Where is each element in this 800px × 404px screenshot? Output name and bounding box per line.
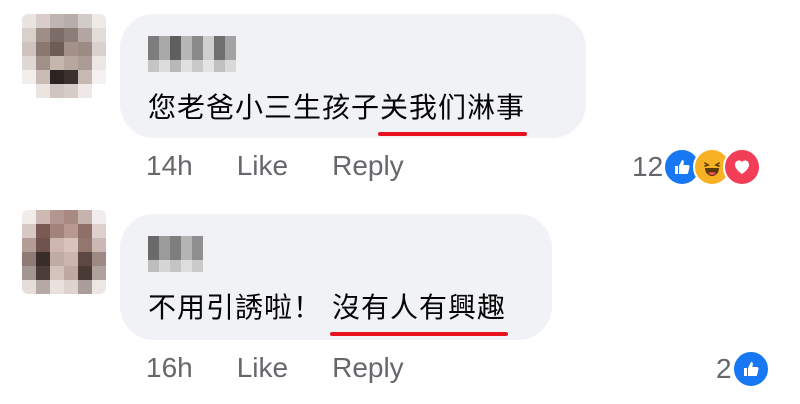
commenter-name-shadow xyxy=(148,260,203,272)
reply-button[interactable]: Reply xyxy=(332,150,404,182)
comment-text: 您老爸小三生孩子关我们淋事 xyxy=(148,86,528,136)
reply-button[interactable]: Reply xyxy=(332,352,404,384)
comment-text: 不用引誘啦！ 沒有人有興趣 xyxy=(148,286,509,336)
reaction-summary[interactable]: 12 xyxy=(632,148,762,186)
commenter-avatar[interactable] xyxy=(22,210,106,294)
reaction-summary[interactable]: 2 xyxy=(716,350,770,388)
comment-text-plain: 您老爸小三生孩子 xyxy=(148,91,381,124)
reaction-count: 12 xyxy=(632,151,664,182)
commenter-name-shadow xyxy=(148,60,236,72)
commenter-name[interactable] xyxy=(148,236,203,260)
like-icon xyxy=(731,350,770,388)
comment-actions: 14h Like Reply xyxy=(146,150,404,182)
comment-text-highlighted: 沒有人有興趣 xyxy=(330,286,509,336)
like-button[interactable]: Like xyxy=(237,352,288,384)
comment-text-plain: 不用引誘啦！ xyxy=(148,291,323,324)
comment-timestamp[interactable]: 16h xyxy=(146,352,193,384)
reaction-count: 2 xyxy=(716,353,732,384)
comment-timestamp[interactable]: 14h xyxy=(146,150,193,182)
comment-actions: 16h Like Reply xyxy=(146,352,404,384)
like-button[interactable]: Like xyxy=(237,150,288,182)
commenter-avatar[interactable] xyxy=(22,14,106,98)
comment-text-highlighted: 关我们淋事 xyxy=(378,86,528,136)
commenter-name[interactable] xyxy=(148,36,236,60)
love-icon xyxy=(723,148,762,186)
